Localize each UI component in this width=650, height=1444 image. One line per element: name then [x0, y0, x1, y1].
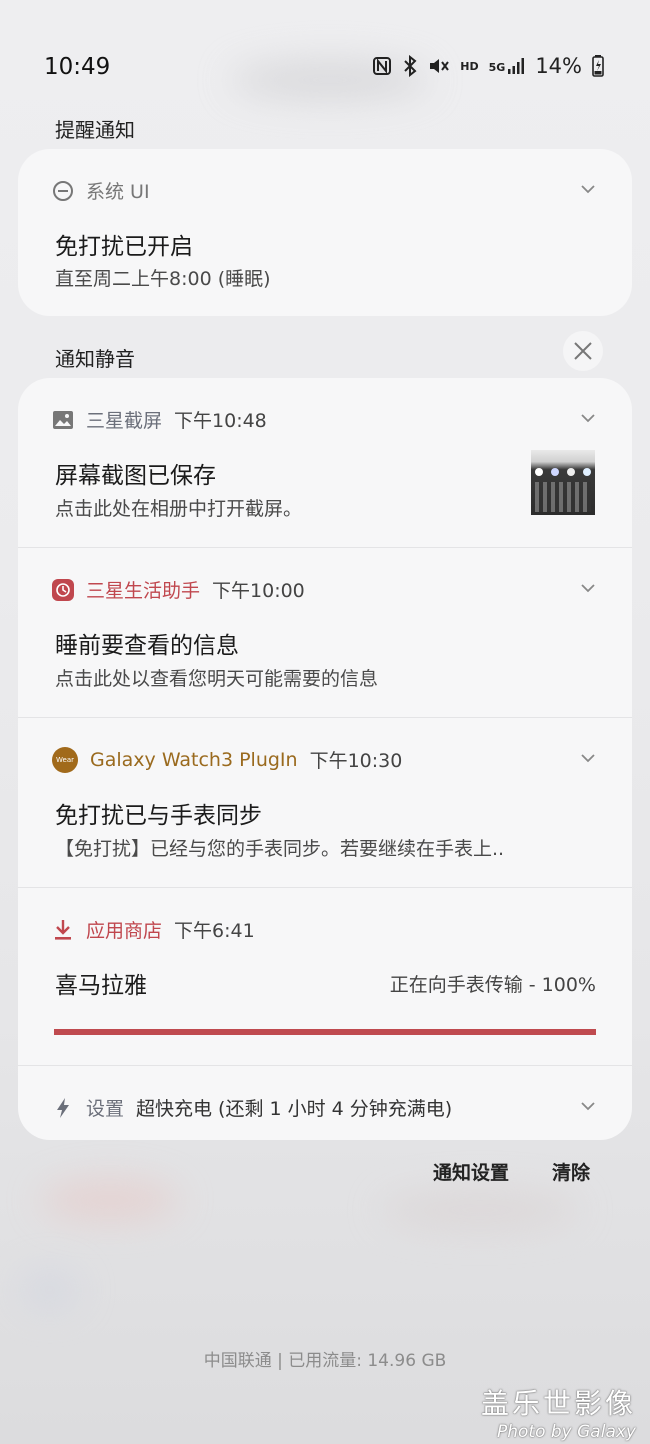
- bluetooth-icon: [404, 55, 417, 77]
- notification-body: 直至周二上午8:00 (睡眠): [55, 268, 271, 290]
- do-not-disturb-icon: [52, 180, 74, 202]
- chevron-down-icon[interactable]: [580, 410, 596, 426]
- nfc-icon: [373, 57, 392, 75]
- silent-section-label: 通知静音: [55, 347, 135, 371]
- thumb-icons: [535, 468, 591, 476]
- watermark-cn: 盖乐世影像: [480, 1387, 636, 1420]
- app-name: 设置: [86, 1098, 125, 1120]
- transfer-status: 正在向手表传输 - 100%: [389, 974, 596, 996]
- notification-title: 睡前要查看的信息: [55, 633, 239, 659]
- chevron-down-icon[interactable]: [580, 1098, 596, 1114]
- mute-icon: [430, 59, 450, 73]
- background-blur: [40, 1180, 180, 1220]
- alert-card: 系统 UI 免打扰已开启 直至周二上午8:00 (睡眠): [18, 149, 632, 316]
- chevron-down-icon[interactable]: [580, 181, 596, 197]
- notification-body: 点击此处在相册中打开截屏。: [55, 498, 303, 520]
- notification-time: 下午6:41: [174, 920, 255, 942]
- settings-notification[interactable]: 设置 超快充电 (还剩 1 小时 4 分钟充满电): [18, 1066, 632, 1140]
- screenshot-notification[interactable]: 三星截屏 下午10:48 屏幕截图已保存 点击此处在相册中打开截屏。: [18, 378, 632, 548]
- app-name: 三星生活助手: [86, 580, 201, 602]
- thumb-grid: [535, 482, 591, 512]
- wear-icon: Wear: [52, 746, 78, 773]
- background-blur: [380, 1190, 580, 1230]
- status-bar: 10:49 HD 5G 14%: [0, 0, 650, 110]
- notification-header: Wear Galaxy Watch3 PlugIn 下午10:30: [52, 746, 402, 773]
- carrier-info: 中国联通 | 已用流量: 14.96 GB: [203, 1351, 447, 1371]
- notification-title: 免打扰已与手表同步: [55, 803, 262, 829]
- app-name: 应用商店: [86, 920, 163, 942]
- system-ui-notification[interactable]: 系统 UI 免打扰已开启 直至周二上午8:00 (睡眠): [18, 149, 632, 316]
- image-icon: [52, 409, 74, 431]
- wear-icon-text: Wear: [56, 755, 74, 764]
- notification-body: 点击此处以查看您明天可能需要的信息: [55, 668, 379, 690]
- watermark-en: Photo by Galaxy: [496, 1422, 636, 1442]
- status-icons: HD 5G 14%: [372, 54, 604, 78]
- life-assistant-notification[interactable]: 三星生活助手 下午10:00 睡前要查看的信息 点击此处以查看您明天可能需要的信…: [18, 548, 632, 718]
- galaxy-watch-notification[interactable]: Wear Galaxy Watch3 PlugIn 下午10:30 免打扰已与手…: [18, 718, 632, 888]
- chevron-down-icon[interactable]: [580, 750, 596, 766]
- notification-header: 三星截屏 下午10:48: [52, 406, 267, 433]
- signal-5g: 5G: [489, 58, 526, 74]
- notification-body: 【免打扰】已经与您的手表同步。若要继续在手表上..: [55, 838, 505, 860]
- app-store-notification[interactable]: 应用商店 下午6:41 喜马拉雅 正在向手表传输 - 100%: [18, 888, 632, 1066]
- notification-header: 设置 超快充电 (还剩 1 小时 4 分钟充满电): [52, 1094, 452, 1121]
- chevron-down-icon[interactable]: [580, 580, 596, 596]
- hd-badge: HD: [460, 59, 479, 73]
- 5g-label: 5G: [488, 61, 506, 74]
- clock-icon: [52, 578, 74, 601]
- clear-button[interactable]: 清除: [552, 1158, 590, 1185]
- notification-header: 应用商店 下午6:41: [52, 916, 255, 943]
- app-name: Galaxy Watch3 PlugIn: [90, 748, 298, 771]
- app-name: 系统 UI: [86, 181, 150, 203]
- app-name: 三星截屏: [86, 410, 163, 432]
- notification-title: 免打扰已开启: [55, 234, 193, 260]
- notification-header: 三星生活助手 下午10:00: [52, 576, 305, 603]
- notification-time: 下午10:30: [309, 750, 403, 772]
- clock: 10:49: [44, 54, 111, 80]
- signal-bars-icon: [508, 58, 525, 74]
- battery-charging-icon: [592, 55, 604, 77]
- silent-card: 三星截屏 下午10:48 屏幕截图已保存 点击此处在相册中打开截屏。 三星生活助…: [18, 378, 632, 1140]
- screenshot-thumbnail[interactable]: [531, 450, 595, 515]
- notification-time: 下午10:00: [212, 580, 305, 602]
- alert-section-label: 提醒通知: [55, 118, 135, 142]
- close-icon: [574, 342, 592, 360]
- battery-percent: 14%: [535, 54, 582, 78]
- lightning-icon: [52, 1097, 74, 1119]
- notification-summary: 超快充电 (还剩 1 小时 4 分钟充满电): [136, 1098, 453, 1120]
- notification-title: 喜马拉雅: [55, 973, 147, 999]
- dismiss-silent-button[interactable]: [563, 331, 603, 371]
- background-blur: [20, 1270, 80, 1310]
- notification-time: 下午10:48: [174, 410, 267, 432]
- watermark: 盖乐世影像 Photo by Galaxy: [481, 1382, 636, 1442]
- progress-bar-fill: [54, 1029, 596, 1035]
- progress-bar: [54, 1029, 596, 1035]
- notification-title: 屏幕截图已保存: [55, 463, 216, 489]
- download-icon: [52, 919, 74, 941]
- notification-header: 系统 UI: [52, 177, 150, 204]
- notification-settings-button[interactable]: 通知设置: [433, 1158, 509, 1185]
